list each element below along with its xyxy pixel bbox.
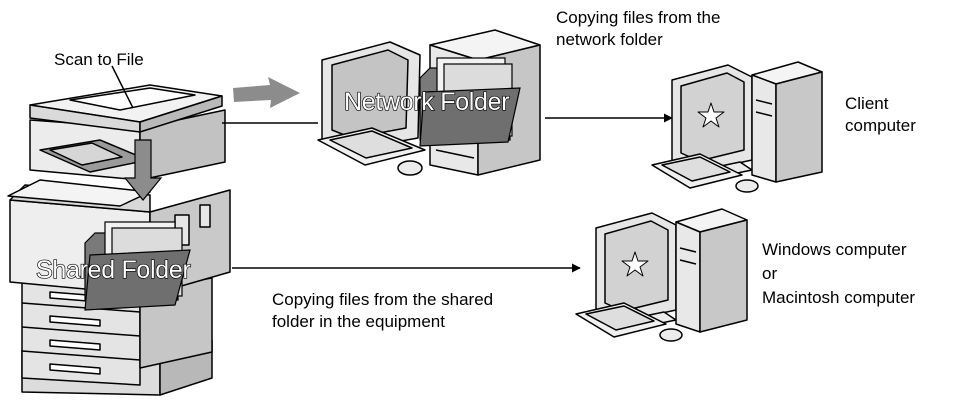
- arrow-icon: [233, 77, 300, 108]
- copy-shared-label-line2: folder in the equipment: [272, 312, 445, 331]
- client-label-line2: computer: [845, 116, 916, 135]
- windows-label-line2: or: [762, 264, 778, 283]
- copy-network-label-line1: Copying files from the: [556, 8, 721, 27]
- windows-label-line1: Windows computer: [762, 240, 907, 259]
- copy-shared-label-line1: Copying files from the shared: [272, 290, 494, 309]
- shared-folder-label: Shared Folder: [35, 255, 191, 284]
- windows-mac-computer-icon: [575, 208, 748, 342]
- windows-label-line3: Macintosh computer: [762, 288, 916, 307]
- client-label-line1: Client: [845, 94, 889, 113]
- network-folder-label: Network Folder: [343, 87, 510, 116]
- diagram-canvas: [7, 29, 823, 396]
- copy-network-label-line2: network folder: [556, 30, 663, 49]
- scan-to-file-label: Scan to File: [54, 50, 144, 69]
- client-computer-icon: [651, 61, 823, 193]
